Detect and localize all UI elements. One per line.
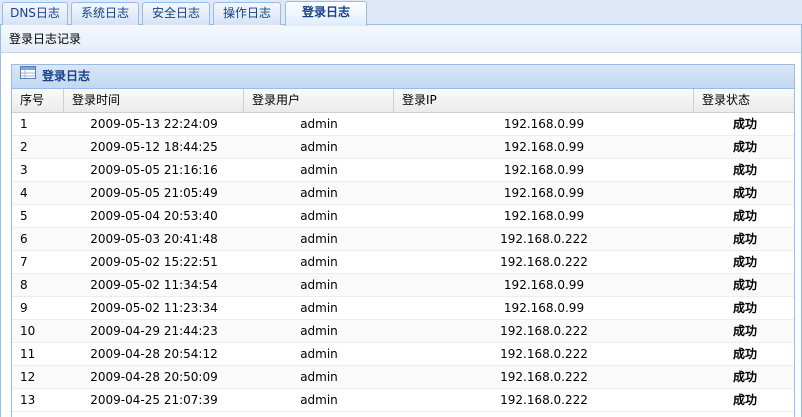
table-row[interactable]: 3 2009-05-05 21:16:16 admin 192.168.0.99…	[12, 159, 794, 182]
tab-operation-log[interactable]: 操作日志	[213, 2, 281, 25]
cell-no: 7	[20, 255, 28, 269]
cell-login-user: admin	[300, 255, 338, 269]
cell-login-user: admin	[300, 117, 338, 131]
cell-login-ip: 192.168.0.99	[503, 117, 585, 131]
cell-login-ip: 192.168.0.222	[500, 324, 588, 338]
grid-header: 序号 登录时间 登录用户 登录IP 登录状态	[12, 89, 794, 113]
cell-login-status: 成功	[732, 393, 757, 407]
cell-login-status: 成功	[732, 255, 757, 269]
cell-no: 10	[20, 324, 36, 338]
cell-login-ip: 192.168.0.222	[500, 232, 588, 246]
table-row[interactable]: 7 2009-05-02 15:22:51 admin 192.168.0.22…	[12, 251, 794, 274]
cell-login-status: 成功	[732, 278, 757, 292]
cell-login-user: admin	[300, 301, 338, 315]
cell-login-time: 2009-05-02 11:23:34	[90, 301, 218, 315]
cell-login-time: 2009-05-05 21:16:16	[90, 163, 218, 177]
cell-login-ip: 192.168.0.99	[503, 301, 585, 315]
cell-no: 3	[20, 163, 28, 177]
cell-login-ip: 192.168.0.99	[503, 209, 585, 223]
cell-no: 6	[20, 232, 28, 246]
cell-no: 2	[20, 140, 28, 154]
cell-login-ip: 192.168.0.222	[500, 347, 588, 361]
cell-login-user: admin	[300, 232, 338, 246]
cell-login-status: 成功	[732, 117, 757, 131]
table-row[interactable]: 5 2009-05-04 20:53:40 admin 192.168.0.99…	[12, 205, 794, 228]
content-area: 登录日志 序号 登录时间 登录用户 登录IP 登录状态 1 2009-05-13…	[0, 53, 802, 417]
cell-no: 4	[20, 186, 28, 200]
cell-login-status: 成功	[732, 209, 757, 223]
cell-no: 13	[20, 393, 36, 407]
cell-login-status: 成功	[732, 140, 757, 154]
table-row[interactable]: 8 2009-05-02 11:34:54 admin 192.168.0.99…	[12, 274, 794, 297]
table-row[interactable]: 11 2009-04-28 20:54:12 admin 192.168.0.2…	[12, 343, 794, 366]
cell-login-user: admin	[300, 347, 338, 361]
cell-login-time: 2009-05-12 18:44:25	[90, 140, 218, 154]
cell-login-user: admin	[300, 209, 338, 223]
table-row[interactable]: 1 2009-05-13 22:24:09 admin 192.168.0.99…	[12, 113, 794, 136]
login-log-panel: 登录日志 序号 登录时间 登录用户 登录IP 登录状态 1 2009-05-13…	[11, 64, 795, 417]
column-header-login-user[interactable]: 登录用户	[244, 89, 394, 112]
cell-login-time: 2009-05-02 15:22:51	[90, 255, 218, 269]
cell-login-ip: 192.168.0.222	[500, 393, 588, 407]
cell-no: 1	[20, 117, 28, 131]
table-row[interactable]: 10 2009-04-29 21:44:23 admin 192.168.0.2…	[12, 320, 794, 343]
column-header-login-time[interactable]: 登录时间	[64, 89, 244, 112]
cell-login-status: 成功	[732, 347, 757, 361]
cell-login-ip: 192.168.0.99	[503, 186, 585, 200]
table-row[interactable]: 13 2009-04-25 21:07:39 admin 192.168.0.2…	[12, 389, 794, 412]
cell-login-time: 2009-04-28 20:54:12	[90, 347, 218, 361]
cell-login-status: 成功	[732, 232, 757, 246]
cell-no: 9	[20, 301, 28, 315]
cell-login-user: admin	[300, 140, 338, 154]
cell-login-status: 成功	[732, 324, 757, 338]
tab-login-log[interactable]: 登录日志	[285, 1, 367, 26]
cell-login-time: 2009-05-13 22:24:09	[90, 117, 218, 131]
cell-login-ip: 192.168.0.99	[503, 163, 585, 177]
cell-login-time: 2009-05-03 20:41:48	[90, 232, 218, 246]
column-header-login-ip[interactable]: 登录IP	[394, 89, 694, 112]
cell-login-status: 成功	[732, 301, 757, 315]
panel-header: 登录日志	[12, 65, 794, 89]
table-icon	[20, 65, 36, 87]
cell-no: 8	[20, 278, 28, 292]
table-row[interactable]: 4 2009-05-05 21:05:49 admin 192.168.0.99…	[12, 182, 794, 205]
table-row[interactable]: 9 2009-05-02 11:23:34 admin 192.168.0.99…	[12, 297, 794, 320]
cell-login-user: admin	[300, 163, 338, 177]
cell-login-user: admin	[300, 393, 338, 407]
tab-dns-log[interactable]: DNS日志	[2, 2, 68, 25]
cell-login-status: 成功	[732, 186, 757, 200]
tab-security-log[interactable]: 安全日志	[142, 2, 210, 25]
section-title: 登录日志记录	[9, 32, 82, 46]
cell-login-time: 2009-04-29 21:44:23	[90, 324, 218, 338]
cell-login-status: 成功	[732, 370, 757, 384]
cell-login-ip: 192.168.0.222	[500, 255, 588, 269]
cell-login-user: admin	[300, 370, 338, 384]
cell-login-user: admin	[300, 186, 338, 200]
tab-bar: DNS日志 系统日志 安全日志 操作日志 登录日志	[0, 0, 802, 26]
section-title-bar: 登录日志记录	[0, 25, 802, 53]
cell-login-user: admin	[300, 324, 338, 338]
cell-login-status: 成功	[732, 163, 757, 177]
table-row[interactable]: 2 2009-05-12 18:44:25 admin 192.168.0.99…	[12, 136, 794, 159]
cell-no: 5	[20, 209, 28, 223]
cell-login-user: admin	[300, 278, 338, 292]
cell-login-time: 2009-04-25 21:07:39	[90, 393, 218, 407]
cell-login-ip: 192.168.0.222	[500, 370, 588, 384]
table-row[interactable]: 6 2009-05-03 20:41:48 admin 192.168.0.22…	[12, 228, 794, 251]
cell-login-time: 2009-05-02 11:34:54	[90, 278, 218, 292]
cell-no: 11	[20, 347, 36, 361]
cell-login-time: 2009-05-05 21:05:49	[90, 186, 218, 200]
table-row[interactable]: 12 2009-04-28 20:50:09 admin 192.168.0.2…	[12, 366, 794, 389]
cell-login-ip: 192.168.0.99	[503, 140, 585, 154]
panel-title: 登录日志	[42, 69, 91, 83]
cell-login-time: 2009-05-04 20:53:40	[90, 209, 218, 223]
tab-system-log[interactable]: 系统日志	[71, 2, 139, 25]
cell-no: 12	[20, 370, 36, 384]
cell-login-ip: 192.168.0.99	[503, 278, 585, 292]
column-header-login-status[interactable]: 登录状态	[694, 89, 794, 112]
column-header-no[interactable]: 序号	[12, 89, 64, 112]
cell-login-time: 2009-04-28 20:50:09	[90, 370, 218, 384]
